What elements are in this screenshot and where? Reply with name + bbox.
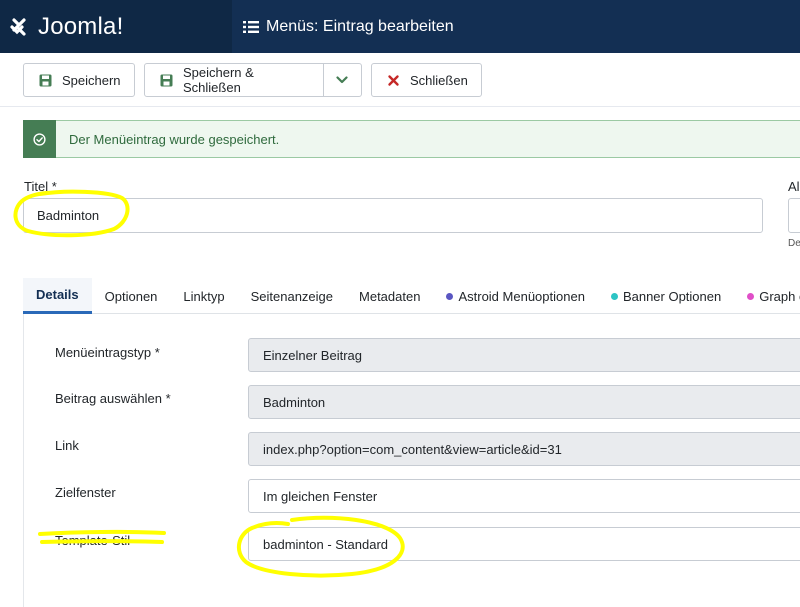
tab-options[interactable]: Optionen xyxy=(92,278,171,314)
target-window-select[interactable]: Im gleichen Fenster xyxy=(248,479,800,513)
title-value: Badminton xyxy=(37,208,100,223)
save-options-dropdown[interactable] xyxy=(324,64,361,96)
graph-dot-icon xyxy=(747,292,755,300)
tab-label: Details xyxy=(36,287,79,302)
success-alert: Der Menüeintrag wurde gespeichert. xyxy=(23,120,800,158)
save-close-button-group: Speichern & Schließen xyxy=(144,63,362,97)
tab-label: Graph öf xyxy=(759,288,800,304)
save-icon xyxy=(160,74,173,87)
tab-label: Optionen xyxy=(104,288,158,304)
save-close-button[interactable]: Speichern & Schließen xyxy=(183,65,313,95)
select-article-label: Beitrag auswählen * xyxy=(55,391,171,406)
close-button[interactable]: Schließen xyxy=(371,63,482,97)
banner-dot-icon xyxy=(610,292,618,300)
tab-label: Seitenanzeige xyxy=(250,288,334,304)
page-title-text: Menüs: Eintrag bearbeiten xyxy=(266,17,454,35)
template-style-value: badminton - Standard xyxy=(263,536,389,552)
target-window-label: Zielfenster xyxy=(55,485,116,500)
alias-label: Al xyxy=(788,179,800,194)
close-icon xyxy=(387,74,400,87)
tab-label: Linktyp xyxy=(183,288,225,304)
template-style-select[interactable]: badminton - Standard xyxy=(248,527,800,561)
link-label: Link xyxy=(55,438,79,453)
tab-details[interactable]: Details xyxy=(23,278,92,314)
select-article-field[interactable]: Badminton xyxy=(248,385,800,419)
tab-label: Metadaten xyxy=(359,288,421,304)
tab-bar: Details Optionen Linktyp Seitenanzeige M… xyxy=(23,278,800,314)
menu-item-type-value: Einzelner Beitrag xyxy=(263,347,362,363)
select-article-value: Badminton xyxy=(263,394,326,410)
link-value: index.php?option=com_content&view=articl… xyxy=(263,441,562,457)
tab-banner-options[interactable]: Banner Optionen xyxy=(598,278,734,314)
alias-hint: De xyxy=(788,238,800,249)
tab-label: Banner Optionen xyxy=(622,288,722,304)
alert-message: Der Menüeintrag wurde gespeichert. xyxy=(69,131,280,147)
close-label: Schließen xyxy=(410,72,468,88)
joomla-brand[interactable]: Joomla! xyxy=(0,0,232,53)
top-header: Joomla! Menüs: Eintrag bearbeiten xyxy=(0,0,800,53)
page-title: Menüs: Eintrag bearbeiten xyxy=(243,0,454,53)
menu-item-type-label: Menüeintragstyp * xyxy=(55,345,160,360)
tab-metadata[interactable]: Metadaten xyxy=(346,278,433,314)
toolbar: Speichern Speichern & Schließen Schließe… xyxy=(0,53,800,107)
check-circle-icon xyxy=(33,132,46,146)
menu-item-type-field[interactable]: Einzelner Beitrag xyxy=(248,338,800,372)
save-label: Speichern xyxy=(62,72,121,88)
astroid-dot-icon xyxy=(446,292,454,300)
save-icon xyxy=(39,74,52,87)
title-label: Titel * xyxy=(24,179,57,194)
title-input[interactable]: Badminton xyxy=(23,198,763,233)
list-icon xyxy=(243,20,259,34)
tab-page-display[interactable]: Seitenanzeige xyxy=(238,278,346,314)
alert-icon-box xyxy=(23,120,56,158)
joomla-logo-icon xyxy=(8,16,30,38)
tab-link-type[interactable]: Linktyp xyxy=(170,278,237,314)
save-button[interactable]: Speichern xyxy=(23,63,135,97)
tab-graph[interactable]: Graph öf xyxy=(734,278,800,314)
chevron-down-icon xyxy=(336,76,348,84)
alias-input[interactable] xyxy=(788,198,800,233)
template-style-label: Template-Stil xyxy=(55,533,131,548)
target-window-value: Im gleichen Fenster xyxy=(263,488,378,504)
link-field[interactable]: index.php?option=com_content&view=articl… xyxy=(248,432,800,466)
brand-name: Joomla! xyxy=(38,12,124,40)
tab-label: Astroid Menüoptionen xyxy=(458,288,585,304)
tab-astroid-options[interactable]: Astroid Menüoptionen xyxy=(433,278,597,314)
